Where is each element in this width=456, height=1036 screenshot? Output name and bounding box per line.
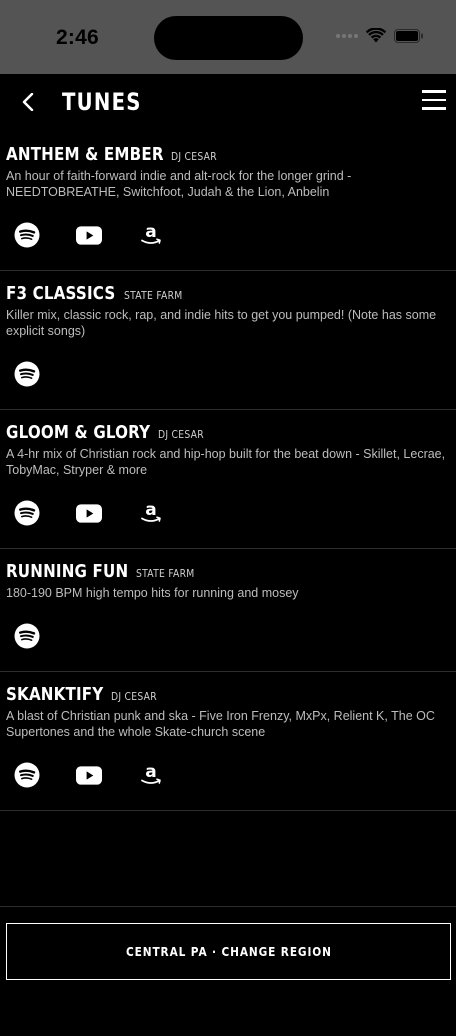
playlist-links [6, 601, 450, 671]
playlist-item: ANTHEM & EMBER DJ CESAR An hour of faith-f… [0, 132, 456, 271]
playlist-description: 180-190 BPM high tempo hits for running … [6, 586, 299, 600]
playlist-name: SKANKTIFY [6, 684, 104, 705]
playlist-curator: DJ CESAR [158, 428, 204, 441]
amazon-music-icon[interactable]: a [138, 500, 164, 526]
status-bar: 2:46 [0, 0, 456, 74]
status-icons [336, 28, 424, 43]
playlist-name: GLOOM & GLORY [6, 422, 151, 443]
playlist-header: ANTHEM & EMBER DJ CESAR [6, 144, 450, 165]
playlist-curator: STATE FARM [123, 289, 183, 302]
spotify-icon[interactable] [14, 500, 40, 526]
status-time: 2:46 [56, 26, 99, 49]
playlist-description: Killer mix, classic rock, rap, and indie… [6, 308, 437, 338]
playlist-links: a [6, 200, 450, 270]
playlist-curator: DJ CESAR [111, 690, 158, 703]
amazon-music-icon[interactable]: a [138, 762, 164, 788]
playlist-item: RUNNING FUN STATE FARM 180-190 BPM high te… [0, 549, 456, 672]
playlist-header: RUNNING FUN STATE FARM [6, 561, 450, 582]
svg-text:a: a [145, 763, 156, 782]
playlist-header: SKANKTIFY DJ CESAR [6, 684, 450, 705]
playlist-item: SKANKTIFY DJ CESAR A blast of Christian pu… [0, 672, 456, 811]
svg-text:a: a [145, 501, 156, 520]
spotify-icon[interactable] [14, 762, 40, 788]
spotify-icon[interactable] [14, 623, 40, 649]
amazon-music-icon[interactable]: a [138, 222, 164, 248]
playlist-links: a [6, 478, 450, 548]
playlist-description: An hour of faith-forward indie and alt-r… [6, 169, 352, 199]
divider [0, 906, 456, 907]
dynamic-island [154, 16, 303, 60]
youtube-icon[interactable] [76, 500, 102, 526]
playlist-name: RUNNING FUN [6, 561, 129, 582]
playlist-item: GLOOM & GLORY DJ CESAR A 4-hr mix of Chris… [0, 410, 456, 549]
playlist-description: A 4-hr mix of Christian rock and hip-hop… [6, 447, 446, 477]
change-region-label: CENTRAL PA · CHANGE REGION [125, 944, 332, 959]
hamburger-menu-icon[interactable] [422, 90, 446, 114]
playlist-description: A blast of Christian punk and ska - Five… [6, 709, 435, 739]
page-title: TUNES [62, 88, 142, 116]
playlist-header: GLOOM & GLORY DJ CESAR [6, 422, 450, 443]
playlist-item: F3 CLASSICS STATE FARM Killer mix, classic… [0, 271, 456, 410]
cellular-signal-icon [336, 33, 358, 38]
wifi-icon [366, 28, 386, 43]
app-header: TUNES [0, 74, 456, 132]
back-button[interactable] [16, 88, 40, 116]
playlist-name: F3 CLASSICS [6, 283, 116, 304]
spotify-icon[interactable] [14, 361, 40, 387]
spotify-icon[interactable] [14, 222, 40, 248]
change-region-button[interactable]: CENTRAL PA · CHANGE REGION [6, 923, 451, 980]
playlist-name: ANTHEM & EMBER [6, 144, 164, 165]
playlist-curator: DJ CESAR [171, 150, 218, 163]
playlist-links: a [6, 740, 450, 810]
svg-text:a: a [145, 223, 156, 242]
playlist-list: ANTHEM & EMBER DJ CESAR An hour of faith-f… [0, 132, 456, 811]
battery-icon [394, 28, 423, 43]
playlist-curator: STATE FARM [135, 567, 195, 580]
chevron-left-icon [22, 93, 34, 111]
youtube-icon[interactable] [76, 762, 102, 788]
youtube-icon[interactable] [76, 222, 102, 248]
playlist-links [6, 339, 450, 409]
playlist-header: F3 CLASSICS STATE FARM [6, 283, 450, 304]
